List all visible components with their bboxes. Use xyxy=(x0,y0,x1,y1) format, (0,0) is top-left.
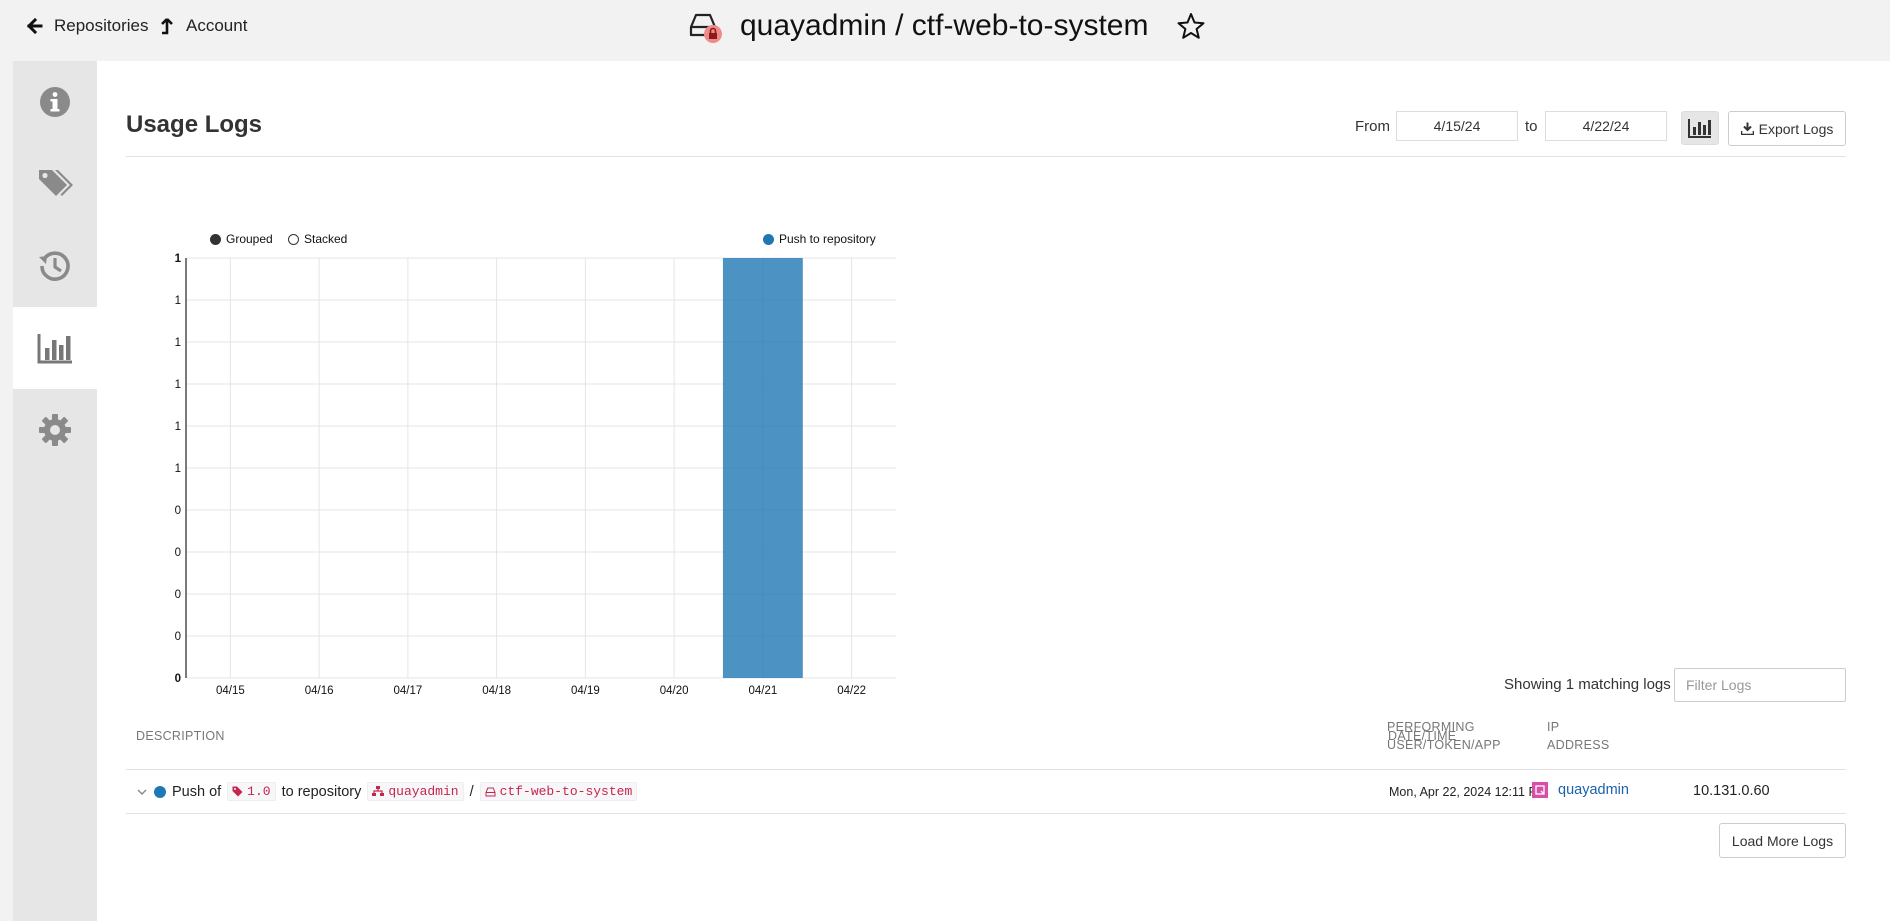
log-kind-dot xyxy=(154,785,166,798)
y-tick-label: 1 xyxy=(175,337,181,349)
x-tick-label: 04/17 xyxy=(393,685,422,697)
export-logs-label: Export Logs xyxy=(1758,120,1834,137)
back-to-repositories-link[interactable]: Repositories xyxy=(26,16,149,36)
load-more-logs-button[interactable]: Load More Logs xyxy=(1719,823,1846,858)
repository-heading: quayadmin / ctf-web-to-system xyxy=(688,6,1206,46)
x-tick-label: 04/21 xyxy=(748,685,777,697)
account-link[interactable]: Account xyxy=(158,16,247,36)
log-description: Push of 1.0 to repository quayadmin / ct… xyxy=(136,782,638,801)
back-link-label: Repositories xyxy=(54,16,149,35)
sidebar-item-tags[interactable] xyxy=(13,143,97,225)
y-tick-label: 0 xyxy=(175,673,181,685)
page-title: Usage Logs xyxy=(126,111,263,138)
y-tick-label: 1 xyxy=(175,295,181,307)
account-link-label: Account xyxy=(186,16,248,35)
bar-chart-icon xyxy=(1688,119,1711,138)
sitemap-icon xyxy=(372,786,385,796)
level-up-icon xyxy=(161,18,173,35)
filter-logs-input[interactable] xyxy=(1674,668,1846,702)
log-ip-address: 10.131.0.60 xyxy=(1693,783,1770,799)
repository-reference: ctf-web-to-system xyxy=(479,782,638,801)
sidebar-item-history[interactable] xyxy=(13,225,97,307)
top-bar: Repositories Account quayadmin / ctf-web… xyxy=(0,0,1890,60)
namespace-reference: quayadmin xyxy=(367,782,464,801)
x-tick-label: 04/18 xyxy=(482,685,511,697)
table-header-divider xyxy=(126,769,1846,770)
quay-avatar-icon xyxy=(1535,785,1545,795)
column-header-description: Description xyxy=(136,729,225,743)
hdd-lock-icon xyxy=(688,9,722,43)
download-icon xyxy=(1740,122,1754,135)
x-tick-label: 04/16 xyxy=(305,685,334,697)
y-tick-label: 0 xyxy=(175,505,181,517)
table-row-divider xyxy=(126,813,1846,814)
tag-reference: 1.0 xyxy=(227,782,276,801)
column-header-ip: IP Address xyxy=(1547,720,1610,752)
gear-icon xyxy=(39,414,71,446)
column-header-performer: Performing User/Token/App xyxy=(1387,720,1501,752)
y-tick-label: 1 xyxy=(175,379,181,391)
sidebar-item-usage-logs[interactable] xyxy=(13,307,97,389)
chart-canvas: 1 1 1 1 1 1 0 0 0 0 0 04/15 04/16 04/17 04/18 04/19 04/2… xyxy=(175,253,896,697)
tag-name: 1.0 xyxy=(247,784,271,799)
from-date-input[interactable] xyxy=(1396,111,1518,141)
x-tick-label: 04/22 xyxy=(837,685,866,697)
namespace-name: quayadmin xyxy=(388,784,459,799)
log-middle-text: to repository xyxy=(281,783,362,800)
sidebar-item-info[interactable] xyxy=(13,61,97,143)
bar xyxy=(722,258,803,678)
avatar xyxy=(1532,782,1548,798)
sidebar-item-settings[interactable] xyxy=(13,389,97,471)
y-tick-label: 1 xyxy=(175,253,182,265)
repository-sidebar xyxy=(13,61,97,921)
to-label: to xyxy=(1525,118,1538,135)
y-tick-label: 0 xyxy=(175,589,181,601)
star-outline-icon[interactable] xyxy=(1176,11,1206,41)
history-icon xyxy=(39,251,70,281)
y-tick-label: 1 xyxy=(175,463,181,475)
log-prefix: Push of xyxy=(172,783,222,800)
repository-name: ctf-web-to-system xyxy=(499,784,633,799)
to-date-input[interactable] xyxy=(1545,111,1667,141)
y-tick-label: 0 xyxy=(175,547,181,559)
from-label: From xyxy=(1355,118,1390,135)
bar-chart-icon xyxy=(37,334,72,364)
log-performer: quayadmin xyxy=(1532,782,1629,798)
chevron-down-icon[interactable] xyxy=(136,786,148,798)
x-tick-label: 04/20 xyxy=(660,685,689,697)
matching-logs-count: Showing 1 matching logs xyxy=(1504,676,1671,693)
export-logs-button[interactable]: Export Logs xyxy=(1728,111,1846,146)
info-circle-icon xyxy=(40,87,70,117)
repository-title: quayadmin / ctf-web-to-system xyxy=(740,9,1149,42)
y-tick-label: 1 xyxy=(175,421,181,433)
tag-icon xyxy=(232,786,243,797)
y-tick-label: 0 xyxy=(175,631,181,643)
x-tick-label: 04/15 xyxy=(216,685,245,697)
header-divider xyxy=(126,156,1846,157)
x-tick-label: 04/19 xyxy=(571,685,600,697)
table-row: Push of 1.0 to repository quayadmin / ct… xyxy=(126,771,1846,813)
path-separator: / xyxy=(469,783,474,800)
main-panel: Usage Logs From to Export Logs Grouped S… xyxy=(97,61,1890,921)
performer-user-link[interactable]: quayadmin xyxy=(1558,782,1629,798)
tags-icon xyxy=(39,170,73,196)
arrow-left-icon xyxy=(26,17,43,35)
log-datetime: Mon, Apr 22, 2024 12:11 PM xyxy=(1389,785,1548,799)
toggle-chart-button[interactable] xyxy=(1681,111,1719,145)
usage-chart: Grouped Stacked Push to repository 11111… xyxy=(126,166,1026,706)
hdd-icon xyxy=(485,787,496,796)
